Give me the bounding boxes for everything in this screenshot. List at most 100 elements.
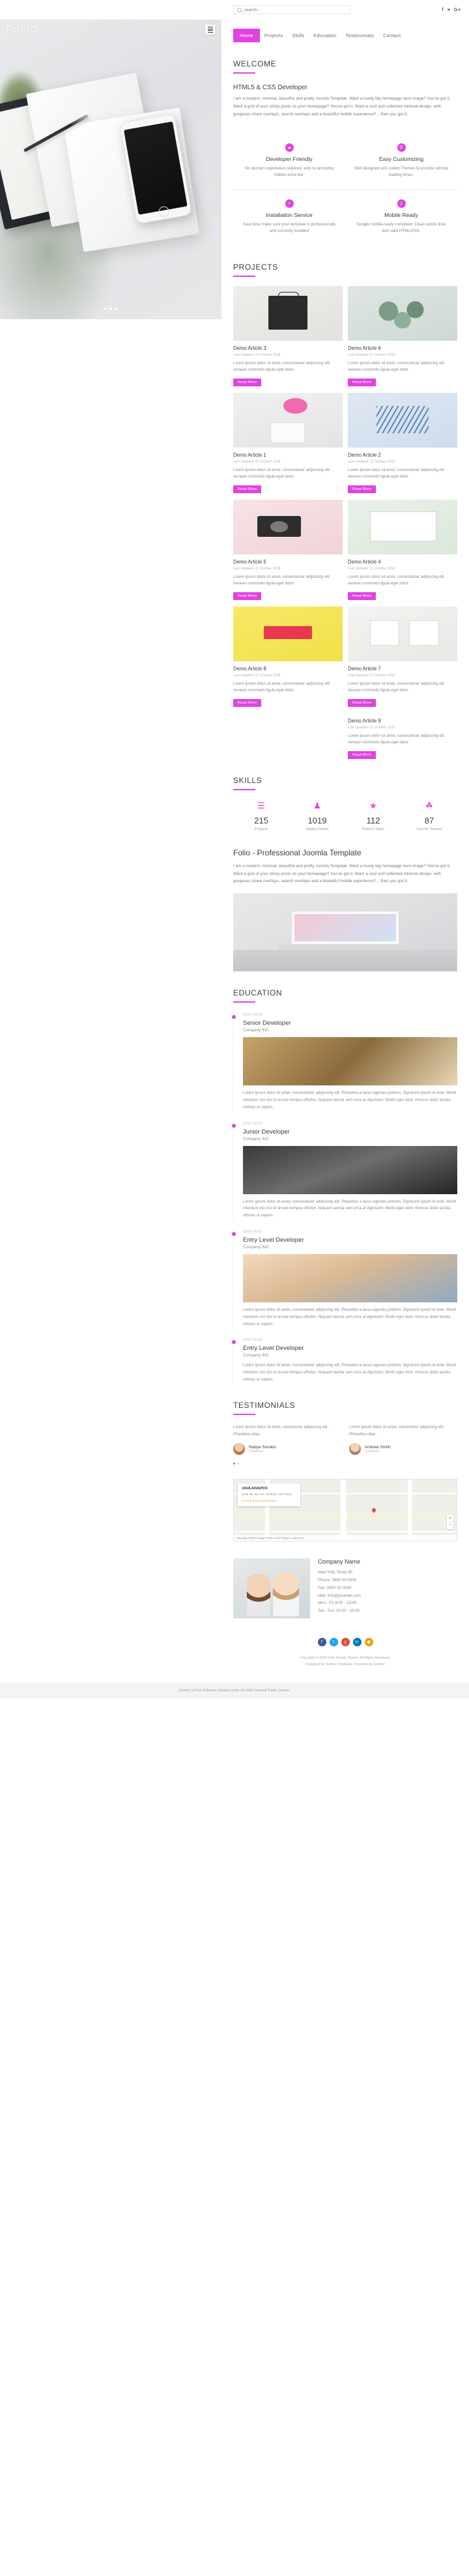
feature-title: Installation Service (266, 211, 313, 218)
google-plus-icon[interactable]: G+ (454, 7, 461, 12)
contact-section: Company Name New York, Road 45 Phone: 08… (233, 1558, 457, 1619)
project-card[interactable]: Demo Article 2 Last Updated: 21 October … (348, 392, 457, 493)
google-plus-icon[interactable]: g (341, 1638, 350, 1647)
slider-dot[interactable] (237, 1463, 239, 1465)
project-thumbnail (348, 606, 457, 661)
testimonial-card: Lorem ipsum dolor sit amet, consectetur … (233, 1424, 341, 1455)
read-more-button[interactable]: Read More (348, 378, 377, 386)
project-thumbnail (233, 606, 343, 661)
project-thumbnail (348, 392, 457, 448)
search-input[interactable] (244, 7, 347, 12)
leaf-icon: ☘ (425, 801, 433, 811)
page-root: f ❧ G+ FOLIO (0, 0, 469, 1699)
nav-item-testimonials[interactable]: Testimonials (341, 29, 378, 42)
stat-label: Rated 5 Stars (362, 827, 385, 831)
project-card[interactable]: Demo Article 1 Last Updated: 21 October … (233, 392, 343, 493)
projects-section: PROJECTS Demo Article 3 Last Updated: 21… (233, 246, 457, 759)
top-social-links: f ❧ G+ (442, 7, 461, 12)
slider-dot[interactable] (115, 308, 117, 310)
project-thumbnail (348, 499, 457, 554)
nav-item-skills[interactable]: Skills (288, 29, 309, 42)
site-logo[interactable]: FOLIO (7, 25, 38, 35)
feature-card-easy-customizing: ☰ Easy Customizing Well designed and cod… (345, 134, 457, 190)
education-entry: 2006-2008 Entry Level Developer Company … (231, 1338, 457, 1384)
project-card[interactable]: Demo Article 8 Last Updated: 21 October … (233, 606, 343, 707)
project-title: Demo Article 7 (348, 665, 381, 672)
zoom-out-button[interactable]: − (447, 1523, 453, 1529)
slider-dot[interactable] (104, 308, 107, 310)
read-more-button[interactable]: Read More (348, 698, 377, 707)
read-more-button[interactable]: Read More (233, 485, 262, 493)
read-more-button[interactable]: Read More (233, 378, 262, 386)
designer-credit[interactable]: Designed by Joomla Templates. Powered by… (233, 1662, 457, 1668)
project-meta: Last Updated: 21 October 2018 (233, 673, 281, 678)
project-excerpt: Lorem ipsum dolor sit amet, consectetuer… (233, 468, 331, 479)
project-card[interactable]: Demo Article 6 Last Updated: 21 October … (348, 285, 457, 386)
project-title: Demo Article 6 (348, 345, 381, 351)
testimonial-role: Customer (249, 1449, 264, 1453)
testimonial-author: Andrew Smith Customer (349, 1443, 457, 1455)
projects-column-left: Demo Article 3 Last Updated: 21 October … (233, 285, 343, 759)
project-card[interactable]: Demo Article 9 Last Updated: 21 October … (348, 713, 457, 759)
location-map[interactable]: JAVAJAVAPDX 2130 SE 8th Ave, Portland, O… (233, 1479, 457, 1542)
search-box[interactable] (233, 5, 350, 14)
section-rule (233, 788, 255, 790)
project-thumbnail (233, 392, 343, 448)
contact-phone: Phone: 0800 00 0000 (318, 1578, 357, 1583)
testimonial-name: Andrew Smith (365, 1444, 391, 1450)
main-navigation: Home Projects Skills Education Testimoni… (233, 29, 457, 42)
section-rule (233, 1001, 255, 1003)
education-company: Company INC (243, 1136, 270, 1141)
mobile-icon: ▯ (397, 199, 406, 208)
contact-address: New York, Road 45 (318, 1570, 352, 1575)
contact-details: Company Name New York, Road 45 Phone: 08… (318, 1558, 361, 1615)
nav-item-contact[interactable]: Contact (378, 29, 405, 42)
burger-line (207, 31, 213, 33)
map-place-rating: 5.0 ★★★★★ 118 reviews (242, 1498, 277, 1502)
read-more-button[interactable]: Read More (233, 592, 262, 600)
education-entry: 2016-2019 Senior Developer Company INC L… (231, 1013, 457, 1111)
feature-title: Easy Customizing (378, 155, 424, 162)
projects-column-right: Demo Article 6 Last Updated: 21 October … (348, 285, 457, 759)
contact-hours-weekday: Mon - Fri 8:00 - 18:00 (318, 1601, 357, 1606)
stat-value: 112 (366, 815, 380, 825)
twitter-icon[interactable]: ❧ (447, 7, 451, 12)
timeline-dot-icon (231, 1231, 236, 1236)
map-place-card[interactable]: JAVAJAVAPDX 2130 SE 8th Ave, Portland, O… (238, 1483, 300, 1506)
menu-toggle-button[interactable] (205, 25, 215, 35)
nav-item-home[interactable]: Home (233, 29, 260, 42)
welcome-paragraph: I am a modern, minimal, beautiful and pr… (233, 96, 451, 117)
project-card[interactable]: Demo Article 7 Last Updated: 21 October … (348, 606, 457, 707)
map-zoom-controls[interactable]: + − (447, 1515, 453, 1530)
linkedin-icon[interactable]: in (352, 1638, 362, 1647)
contact-company-name: Company Name (318, 1558, 361, 1566)
testimonials-grid: Lorem ipsum dolor sit amet, consectetur … (233, 1424, 457, 1455)
twitter-icon[interactable]: t (329, 1638, 338, 1647)
rss-icon[interactable]: ● (364, 1638, 373, 1647)
education-text: Lorem ipsum dolor sit amet, consectetuer… (243, 1364, 457, 1382)
project-excerpt: Lorem ipsum dolor sit amet, consectetuer… (233, 361, 331, 373)
contact-email[interactable]: Mail: info@yoursite.com (318, 1592, 361, 1600)
read-more-button[interactable]: Read More (348, 751, 377, 759)
section-title-skills: SKILLS (233, 775, 263, 785)
project-meta: Last Updated: 21 October 2018 (348, 352, 395, 357)
project-card[interactable]: Demo Article 3 Last Updated: 21 October … (233, 285, 343, 386)
folio-paragraph: I am a modern, minimal, beautiful and pr… (233, 863, 451, 884)
hero-desk-scene (0, 20, 221, 319)
project-meta: Last Updated: 21 October 2018 (233, 352, 281, 357)
facebook-icon[interactable]: f (317, 1638, 326, 1647)
read-more-button[interactable]: Read More (233, 698, 262, 707)
nav-item-education[interactable]: Education (309, 29, 341, 42)
slider-dot[interactable] (109, 308, 112, 310)
testimonial-slider-dots[interactable] (233, 1463, 457, 1465)
read-more-button[interactable]: Read More (348, 592, 377, 600)
project-card[interactable]: Demo Article 5 Last Updated: 21 October … (233, 499, 343, 600)
project-card[interactable]: Demo Article 4 Last Updated: 21 October … (348, 499, 457, 600)
facebook-icon[interactable]: f (442, 7, 443, 12)
hero-slider-dots[interactable] (104, 308, 117, 310)
zoom-in-button[interactable]: + (447, 1515, 453, 1523)
user-icon: ♟ (313, 801, 321, 811)
slider-dot[interactable] (233, 1463, 235, 1465)
nav-item-projects[interactable]: Projects (260, 29, 288, 42)
read-more-button[interactable]: Read More (348, 485, 377, 493)
